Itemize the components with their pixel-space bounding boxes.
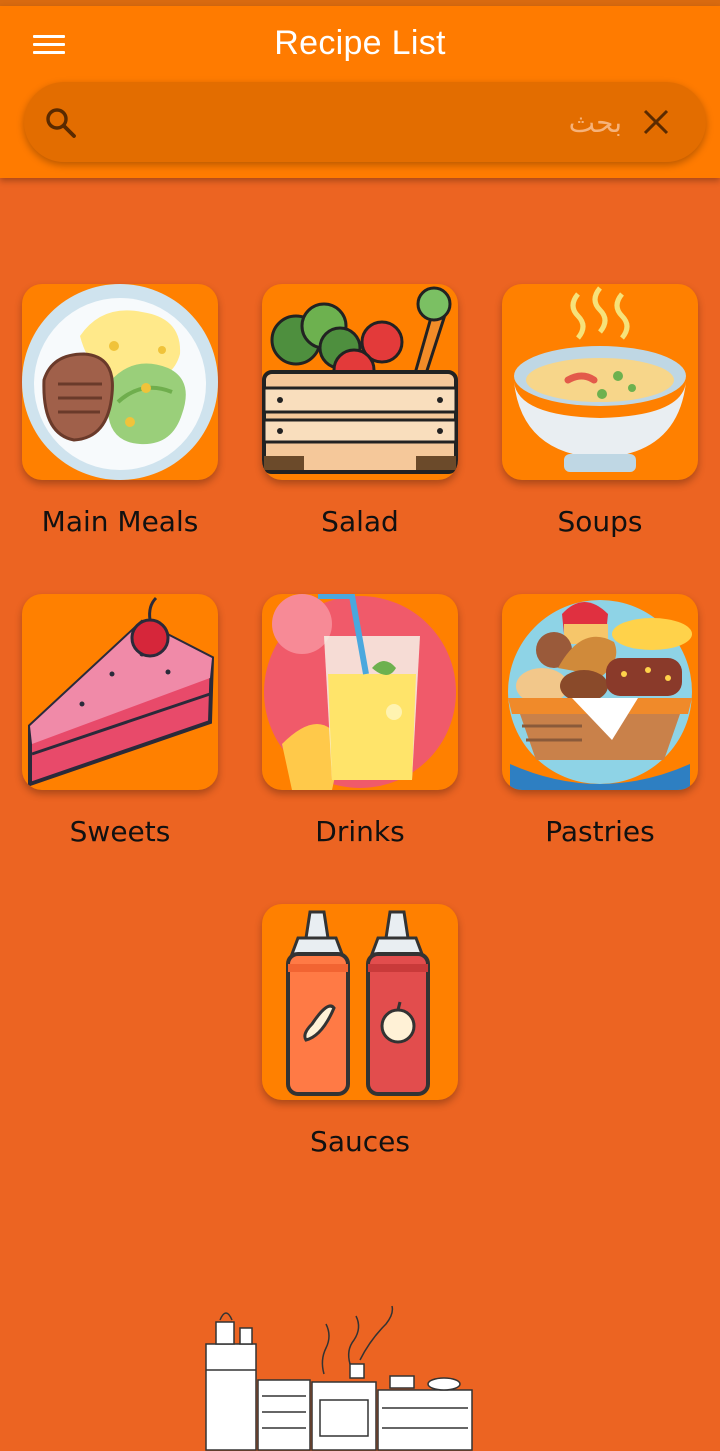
category-tile-soups[interactable] [502, 284, 698, 480]
category-label-sweets: Sweets [69, 815, 171, 848]
category-tile-salad[interactable] [262, 284, 458, 480]
category-tile-sweets[interactable] [22, 594, 218, 790]
main-meals-icon [22, 284, 218, 480]
search-icon[interactable] [44, 106, 78, 140]
category-label-soups: Soups [557, 505, 643, 538]
category-tile-pastries[interactable] [502, 594, 698, 790]
search-bar[interactable] [24, 82, 706, 162]
app-bar: Recipe List [0, 6, 720, 178]
close-icon[interactable] [638, 104, 674, 140]
category-label-sauces: Sauces [310, 1125, 410, 1158]
cake-icon [28, 596, 215, 787]
sauces-icon [286, 910, 430, 1096]
pastries-icon [508, 600, 692, 790]
soup-icon [514, 286, 686, 472]
category-label-pastries: Pastries [545, 815, 655, 848]
category-label-salad: Salad [321, 505, 399, 538]
category-tile-sauces[interactable] [262, 904, 458, 1100]
category-tile-main-meals[interactable] [22, 284, 218, 480]
search-input[interactable] [102, 98, 622, 146]
category-label-drinks: Drinks [315, 815, 405, 848]
kitchen-illustration [205, 1305, 473, 1451]
category-label-main-meals: Main Meals [41, 505, 199, 538]
drink-icon [264, 594, 456, 790]
page-title: Recipe List [274, 24, 446, 62]
salad-icon [262, 286, 458, 474]
category-tile-drinks[interactable] [262, 594, 458, 790]
